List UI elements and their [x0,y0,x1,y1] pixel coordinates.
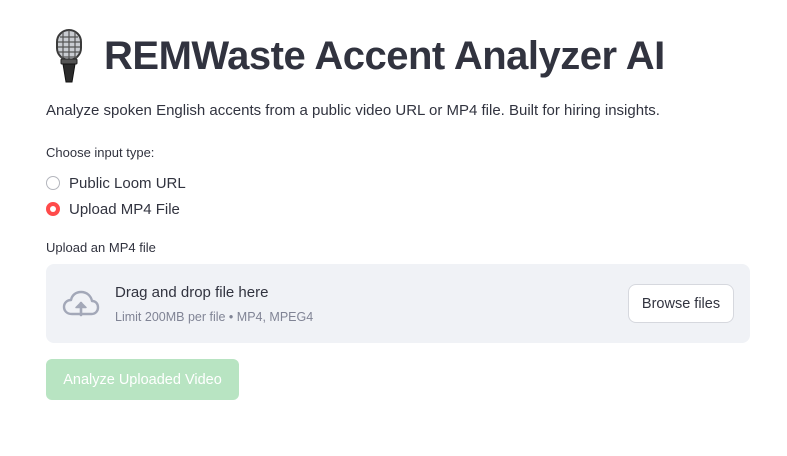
app-page: REMWaste Accent Analyzer AI Analyze spok… [0,0,787,456]
cloud-upload-icon [62,290,100,317]
radio-option-upload-mp4[interactable]: Upload MP4 File [46,196,186,222]
radio-option-label: Public Loom URL [69,174,186,192]
radio-button-selected[interactable] [46,202,60,216]
input-type-radio-group: Public Loom URL Upload MP4 File [46,170,186,222]
upload-label: Upload an MP4 file [46,240,156,255]
page-subtitle: Analyze spoken English accents from a pu… [46,102,660,119]
analyze-uploaded-video-button[interactable]: Analyze Uploaded Video [46,359,239,400]
radio-option-label: Upload MP4 File [69,200,180,218]
input-type-label: Choose input type: [46,145,155,160]
dropzone-instructions: Drag and drop file here [115,284,269,301]
browse-files-button[interactable]: Browse files [628,284,734,323]
dropzone-file-limit: Limit 200MB per file • MP4, MPEG4 [115,310,314,324]
title-row: REMWaste Accent Analyzer AI [46,28,665,84]
page-title: REMWaste Accent Analyzer AI [104,34,665,78]
file-dropzone[interactable]: Drag and drop file here Limit 200MB per … [46,264,750,343]
radio-button-unselected[interactable] [46,176,60,190]
microphone-icon [56,29,82,83]
radio-option-loom-url[interactable]: Public Loom URL [46,170,186,196]
